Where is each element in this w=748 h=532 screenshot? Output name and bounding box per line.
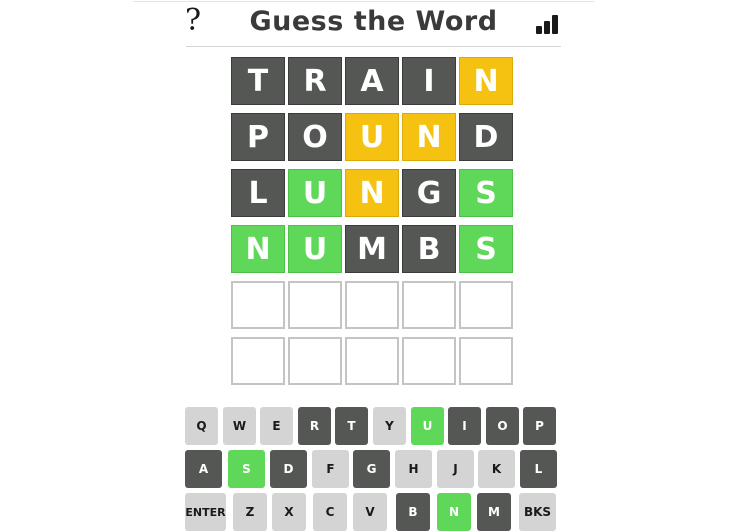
key-k[interactable]: K — [478, 450, 515, 488]
board-tile — [231, 337, 285, 385]
board-tile: M — [345, 225, 399, 273]
board-tile — [345, 337, 399, 385]
key-t[interactable]: T — [335, 407, 368, 445]
board-tile: G — [402, 169, 456, 217]
key-d[interactable]: D — [270, 450, 307, 488]
board-tile: S — [459, 169, 513, 217]
key-j[interactable]: J — [437, 450, 474, 488]
board-tile: D — [459, 113, 513, 161]
stats-icon-bar — [552, 15, 558, 34]
board-tile: N — [345, 169, 399, 217]
game-page: ? Guess the Word TRAINPOUNDLUNGSNUMBS QW… — [0, 0, 748, 532]
key-m[interactable]: M — [477, 493, 511, 531]
key-y[interactable]: Y — [373, 407, 406, 445]
board-tile: L — [231, 169, 285, 217]
page-title: Guess the Word — [249, 6, 498, 37]
board-tile: A — [345, 57, 399, 105]
backspace-key[interactable]: BKS — [519, 493, 556, 531]
board-tile: U — [345, 113, 399, 161]
stats-icon[interactable] — [536, 14, 560, 34]
key-l[interactable]: L — [520, 450, 557, 488]
key-r[interactable]: R — [298, 407, 331, 445]
board-tile: B — [402, 225, 456, 273]
key-b[interactable]: B — [396, 493, 430, 531]
keyboard-row: ASDFGHJKL — [185, 450, 557, 488]
guess-board: TRAINPOUNDLUNGSNUMBS — [231, 57, 515, 385]
key-g[interactable]: G — [353, 450, 390, 488]
board-tile — [402, 337, 456, 385]
board-tile: I — [402, 57, 456, 105]
key-i[interactable]: I — [448, 407, 481, 445]
board-tile — [288, 281, 342, 329]
key-e[interactable]: E — [260, 407, 293, 445]
key-s[interactable]: S — [228, 450, 265, 488]
key-q[interactable]: Q — [185, 407, 218, 445]
key-w[interactable]: W — [223, 407, 256, 445]
key-n[interactable]: N — [437, 493, 471, 531]
board-tile: N — [231, 225, 285, 273]
header: ? Guess the Word — [185, 0, 561, 47]
key-z[interactable]: Z — [233, 493, 267, 531]
keyboard-row: ENTER Z X C V B N M BKS — [185, 493, 557, 531]
board-tile: N — [402, 113, 456, 161]
board-tile: N — [459, 57, 513, 105]
stats-icon-bar — [544, 21, 550, 34]
board-tile: P — [231, 113, 285, 161]
board-tile — [459, 281, 513, 329]
board-tile — [288, 337, 342, 385]
board-tile — [459, 337, 513, 385]
key-u[interactable]: U — [411, 407, 444, 445]
board-tile — [345, 281, 399, 329]
key-o[interactable]: O — [486, 407, 519, 445]
key-p[interactable]: P — [523, 407, 556, 445]
key-h[interactable]: H — [395, 450, 432, 488]
board-tile: R — [288, 57, 342, 105]
stats-icon-bar — [536, 26, 542, 34]
key-x[interactable]: X — [272, 493, 306, 531]
board-tile: S — [459, 225, 513, 273]
board-tile: U — [288, 169, 342, 217]
board-tile — [231, 281, 285, 329]
board-tile — [402, 281, 456, 329]
key-a[interactable]: A — [185, 450, 222, 488]
board-tile: O — [288, 113, 342, 161]
key-f[interactable]: F — [312, 450, 349, 488]
key-v[interactable]: V — [353, 493, 387, 531]
board-tile: T — [231, 57, 285, 105]
board-tile: U — [288, 225, 342, 273]
keyboard-row: QWERTYUIOP — [185, 407, 557, 445]
enter-key[interactable]: ENTER — [185, 493, 226, 531]
key-c[interactable]: C — [313, 493, 347, 531]
